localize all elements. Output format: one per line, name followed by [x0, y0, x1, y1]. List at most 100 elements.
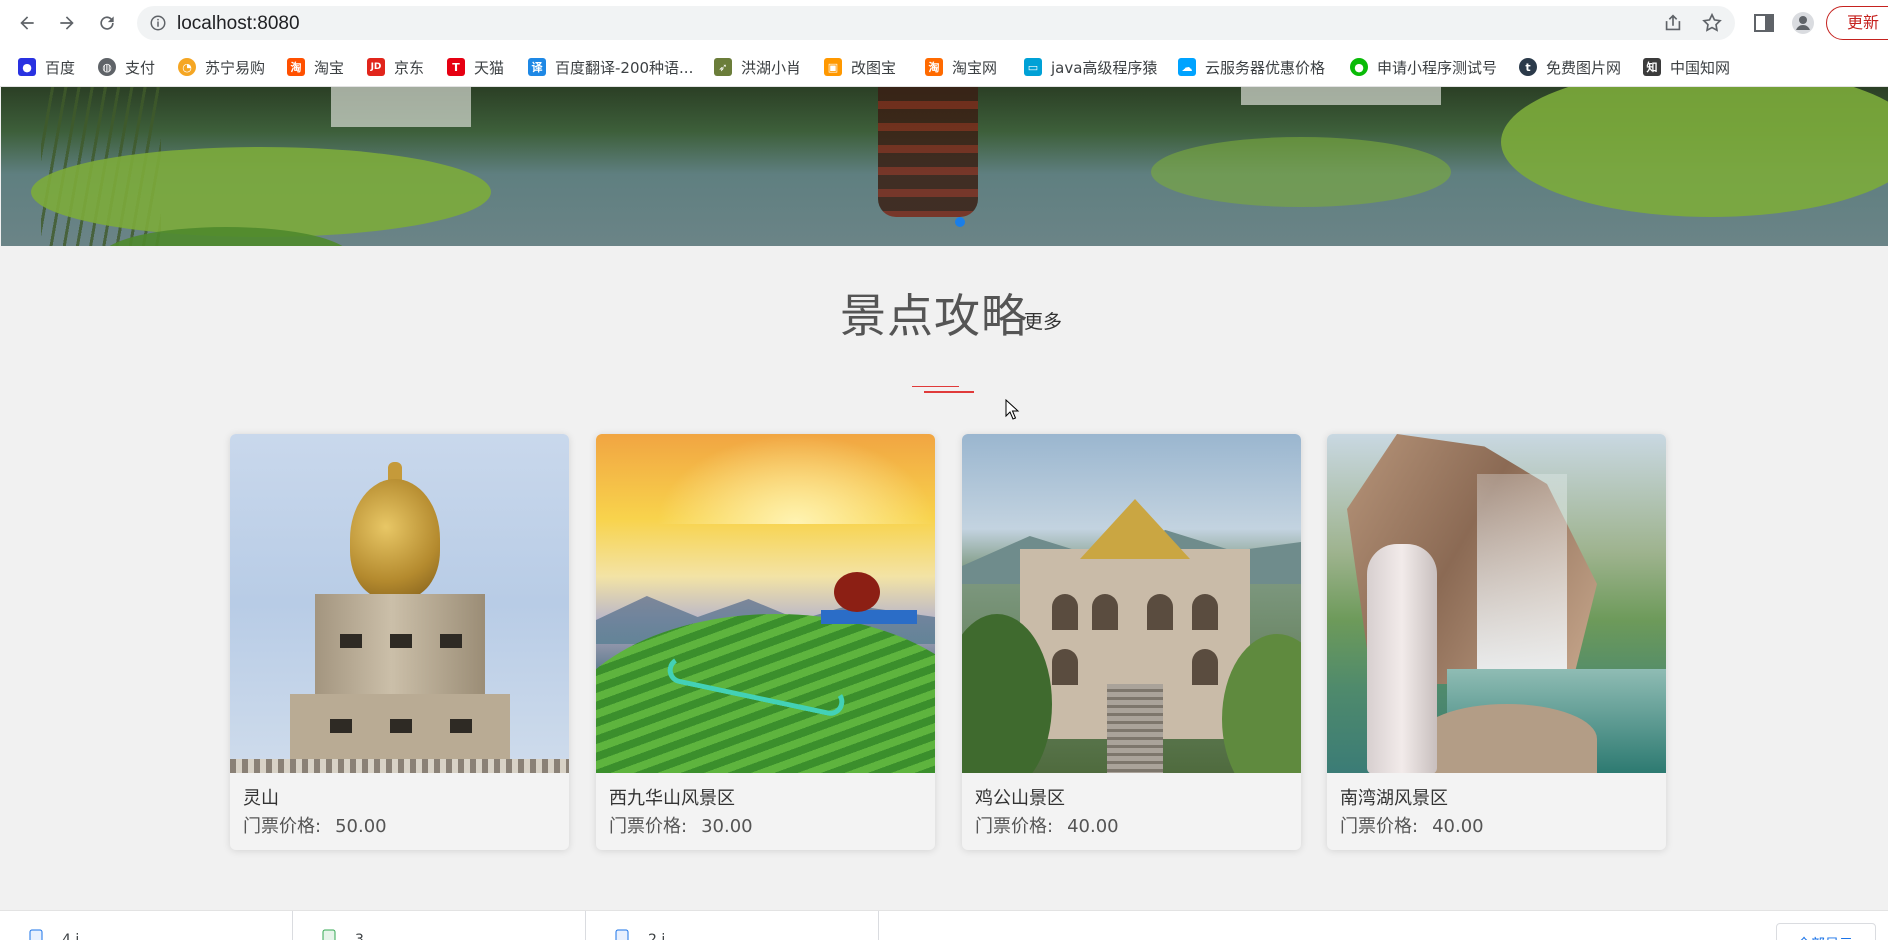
- bookmarks-bar: ● 百度 ◍ 支付 ◔ 苏宁易购 淘 淘宝 JD 京东 T 天猫 译 百度翻译-…: [0, 46, 1888, 87]
- attraction-image[interactable]: [1327, 434, 1666, 773]
- attraction-name[interactable]: 西九华山风景区: [609, 784, 735, 810]
- bookmark-label: 百度翻译-200种语...: [555, 58, 694, 77]
- bookmark-jd[interactable]: JD 京东: [367, 54, 424, 80]
- bookmark-free-images[interactable]: t 免费图片网: [1519, 54, 1621, 80]
- bookmark-baidu-translate[interactable]: 译 百度翻译-200种语...: [528, 54, 693, 80]
- bookmark-label: 天猫: [474, 58, 505, 77]
- banner-carousel[interactable]: [1, 87, 1888, 246]
- back-arrow-icon: [20, 16, 34, 30]
- rocket-icon: ➶: [714, 58, 732, 76]
- attraction-price: 门票价格: 50.00: [243, 812, 387, 838]
- cloud-icon: ☁: [1178, 58, 1196, 76]
- profile-avatar-icon[interactable]: [1791, 11, 1815, 35]
- bookmark-label: 苏宁易购: [205, 58, 266, 77]
- bookmark-taobaowang[interactable]: 淘 淘宝网: [925, 54, 997, 80]
- attraction-card-nanwanhu[interactable]: 南湾湖风景区 门票价格: 40.00: [1327, 434, 1666, 850]
- bookmark-taobao[interactable]: 淘 淘宝: [287, 54, 344, 80]
- bookmark-cloud-server[interactable]: ☁ 云服务器优惠价格: [1178, 54, 1325, 80]
- attraction-name[interactable]: 灵山: [243, 784, 279, 810]
- price-label: 门票价格:: [609, 816, 688, 837]
- bookmark-wechat[interactable]: ● 申请小程序测试号: [1350, 54, 1497, 80]
- bookmark-honghu[interactable]: ➶ 洪湖小肖: [714, 54, 801, 80]
- file-icon: [29, 929, 43, 940]
- price-value: 40.00: [1432, 816, 1484, 837]
- bookmark-label: 百度: [45, 58, 76, 77]
- download-name: 4.j...: [62, 932, 93, 940]
- bookmark-suning[interactable]: ◔ 苏宁易购: [178, 54, 265, 80]
- wechat-icon: ●: [1350, 58, 1368, 76]
- attraction-name[interactable]: 鸡公山景区: [975, 784, 1065, 810]
- attraction-price: 门票价格: 40.00: [975, 812, 1119, 838]
- price-label: 门票价格:: [1340, 816, 1419, 837]
- download-name: 2.j...: [648, 932, 679, 940]
- bookmark-label: 中国知网: [1670, 58, 1731, 77]
- paw-icon: ●: [18, 58, 36, 76]
- taobao-icon: 淘: [287, 58, 305, 76]
- globe-icon: ◍: [98, 58, 116, 76]
- attraction-image[interactable]: [230, 434, 569, 773]
- attraction-price: 门票价格: 30.00: [609, 812, 753, 838]
- bookmark-label: 改图宝: [851, 58, 897, 77]
- download-item[interactable]: 4.j...: [0, 911, 293, 940]
- translate-icon: 译: [528, 58, 546, 76]
- cnki-icon: 知: [1643, 58, 1661, 76]
- download-shelf: 4.j... 3.... 2.j... 全部显示: [0, 910, 1888, 940]
- attraction-card-jigongshan[interactable]: 鸡公山景区 门票价格: 40.00: [962, 434, 1301, 850]
- price-label: 门票价格:: [243, 816, 322, 837]
- price-value: 40.00: [1067, 816, 1119, 837]
- bookmark-gaitubao[interactable]: ▣ 改图宝: [824, 54, 896, 80]
- file-icon: [615, 929, 629, 940]
- title-divider: [912, 386, 959, 387]
- title-divider-accent: [924, 391, 974, 393]
- bookmark-label: 免费图片网: [1546, 58, 1622, 77]
- carousel-dot[interactable]: [955, 217, 965, 227]
- address-bar[interactable]: localhost:8080: [137, 6, 1735, 40]
- bookmark-baidu[interactable]: ● 百度: [18, 54, 75, 80]
- info-icon[interactable]: [149, 14, 167, 32]
- attraction-name[interactable]: 南湾湖风景区: [1340, 784, 1448, 810]
- bookmark-label: 支付: [125, 58, 156, 77]
- jd-icon: JD: [367, 58, 385, 76]
- bookmark-bilibili[interactable]: ▭ java高级程序猿: [1024, 54, 1157, 80]
- section-title: 景点攻略: [840, 289, 1028, 343]
- gaitubao-icon: ▣: [824, 58, 842, 76]
- bookmark-label: 淘宝网: [952, 58, 998, 77]
- bookmark-zhifu[interactable]: ◍ 支付: [98, 54, 155, 80]
- suning-icon: ◔: [178, 58, 196, 76]
- reload-button[interactable]: [93, 9, 121, 37]
- mouse-cursor-icon: [1005, 399, 1020, 420]
- download-item[interactable]: 2.j...: [586, 911, 879, 940]
- forward-button[interactable]: [53, 9, 81, 37]
- file-icon: [322, 929, 336, 940]
- bookmark-cnki[interactable]: 知 中国知网: [1643, 54, 1730, 80]
- bookmark-label: 淘宝: [314, 58, 345, 77]
- bookmark-label: 申请小程序测试号: [1377, 58, 1498, 77]
- update-button[interactable]: 更新: [1826, 6, 1888, 40]
- tmall-icon: T: [447, 58, 465, 76]
- attraction-card-xijiuhua[interactable]: 西九华山风景区 门票价格: 30.00: [596, 434, 935, 850]
- attraction-price: 门票价格: 40.00: [1340, 812, 1484, 838]
- bilibili-icon: ▭: [1024, 58, 1042, 76]
- share-icon[interactable]: [1662, 12, 1684, 34]
- bookmark-label: java高级程序猿: [1051, 58, 1158, 77]
- forward-arrow-icon: [60, 16, 74, 30]
- bookmark-tmall[interactable]: T 天猫: [447, 54, 504, 80]
- attraction-card-lingshan[interactable]: 灵山 门票价格: 50.00: [230, 434, 569, 850]
- url-text[interactable]: localhost:8080: [177, 13, 300, 35]
- taobao-icon: 淘: [925, 58, 943, 76]
- back-button[interactable]: [13, 9, 41, 37]
- bookmark-label: 京东: [394, 58, 425, 77]
- price-value: 50.00: [335, 816, 387, 837]
- more-link[interactable]: 更多: [1024, 307, 1062, 334]
- bookmark-star-icon[interactable]: [1701, 12, 1723, 34]
- price-value: 30.00: [701, 816, 753, 837]
- side-panel-icon[interactable]: [1752, 11, 1776, 35]
- attraction-image[interactable]: [596, 434, 935, 773]
- browser-toolbar: localhost:8080 更新: [0, 0, 1888, 46]
- download-name: 3....: [355, 932, 382, 940]
- download-item[interactable]: 3....: [293, 911, 586, 940]
- reload-icon: [100, 16, 114, 30]
- attraction-image[interactable]: [962, 434, 1301, 773]
- show-all-downloads-button[interactable]: 全部显示: [1776, 923, 1876, 940]
- price-label: 门票价格:: [975, 816, 1054, 837]
